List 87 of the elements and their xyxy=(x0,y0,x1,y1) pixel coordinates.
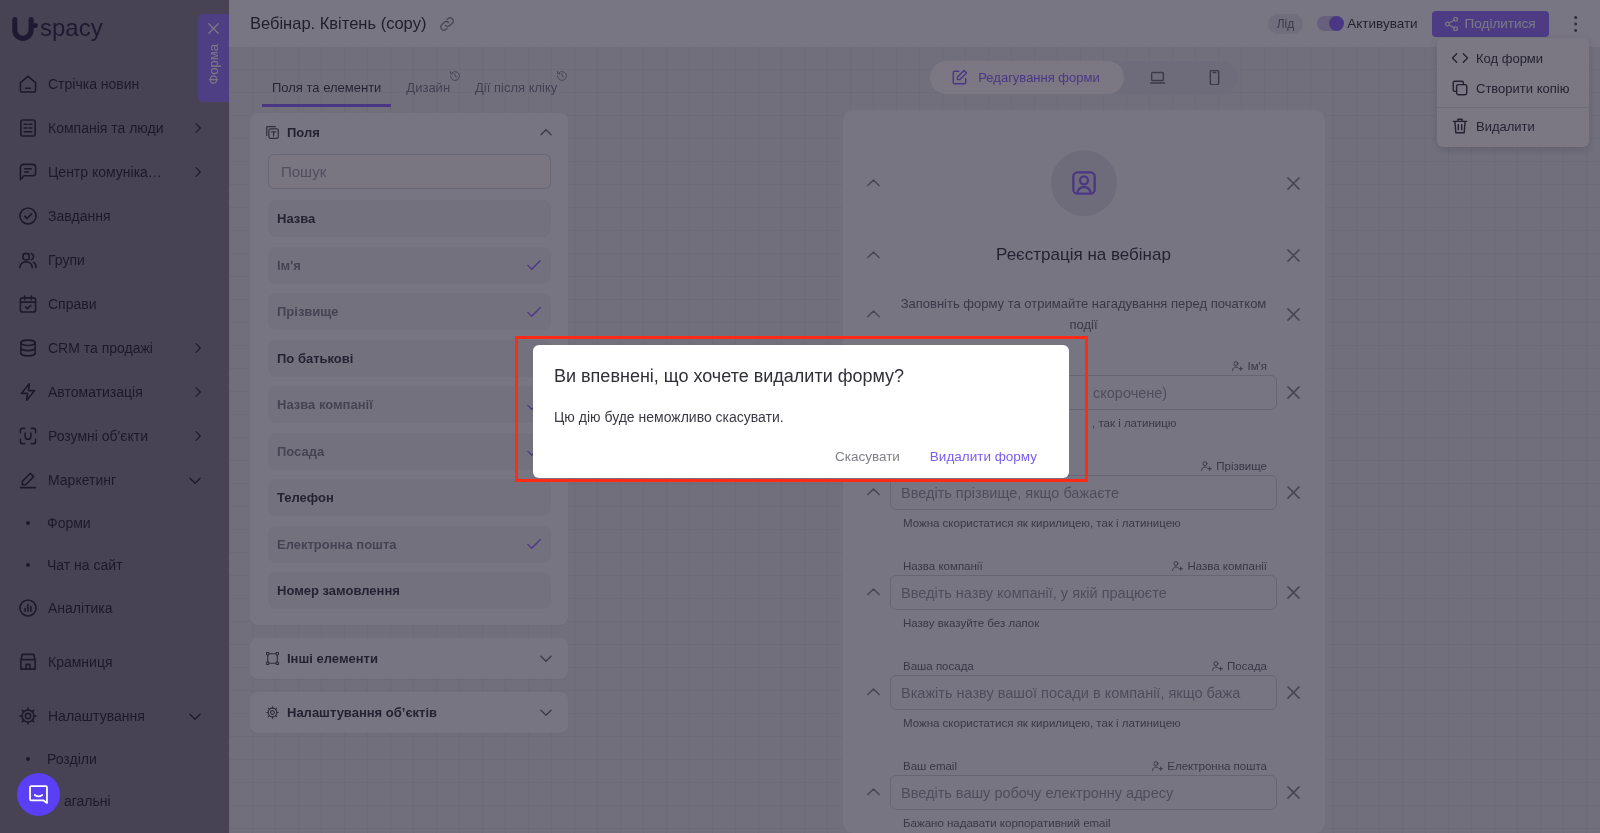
store-icon xyxy=(19,653,37,671)
copy-icon xyxy=(1452,80,1468,96)
calendar-icon xyxy=(19,295,37,313)
chat-icon xyxy=(29,785,48,804)
user-plus-icon xyxy=(1201,461,1213,471)
user-plus-icon xyxy=(1232,361,1244,371)
pen-icon xyxy=(19,471,37,489)
users-icon xyxy=(19,251,37,269)
id-card-icon xyxy=(19,119,37,137)
field-hint: Назву вказуйте без лапок xyxy=(902,616,1041,631)
field-item[interactable]: Назва xyxy=(268,200,551,237)
chevron-up-icon[interactable] xyxy=(866,251,880,259)
edit-icon xyxy=(952,70,968,85)
field-item[interactable]: Телефон xyxy=(268,479,551,516)
field-hint: , так і латиницю xyxy=(1091,416,1178,431)
chevron-up-icon[interactable] xyxy=(866,488,880,496)
field-item[interactable]: Номер замовлення xyxy=(268,572,551,609)
lightning-icon xyxy=(19,383,37,401)
settings-icon xyxy=(19,707,37,725)
close-icon[interactable] xyxy=(1286,385,1300,399)
close-icon[interactable] xyxy=(1286,785,1300,799)
history-icon xyxy=(450,71,461,81)
close-icon[interactable] xyxy=(1286,585,1300,599)
mapped-field-label: Посада xyxy=(1227,660,1267,672)
user-plus-icon xyxy=(1152,761,1164,771)
mapped-field-label: Назва компанії xyxy=(1187,560,1267,572)
field-hint: Бажано надавати корпоративний email xyxy=(902,816,1112,831)
panel-title: Поля xyxy=(287,124,320,140)
mapped-field-label: Прізвище xyxy=(1216,460,1267,472)
close-icon[interactable] xyxy=(1286,485,1300,499)
bullet-icon xyxy=(26,521,30,525)
section-header[interactable]: Інші елементи xyxy=(250,638,568,679)
check-icon xyxy=(527,260,541,270)
menu-item[interactable]: Код форми xyxy=(1437,43,1589,73)
bullet-icon xyxy=(26,563,30,567)
scan-icon xyxy=(19,427,37,445)
check-icon xyxy=(527,306,541,317)
chat-icon xyxy=(19,163,37,181)
bullet-icon xyxy=(26,757,30,761)
close-icon[interactable] xyxy=(1286,176,1300,190)
bar-chart-icon xyxy=(19,599,37,617)
dialog-message: Цю дію буде неможливо скасувати. xyxy=(554,408,785,426)
toggle-switch[interactable] xyxy=(1317,16,1345,31)
field-label: Ваш email xyxy=(903,760,957,772)
avatar-icon xyxy=(1050,150,1117,216)
field-label: Ваша посада xyxy=(903,660,974,672)
text-field-icon xyxy=(266,125,279,139)
chevron-up-icon[interactable] xyxy=(866,688,880,696)
form-description: Заповніть форму та отримайте нагадування перед початком події xyxy=(899,295,1268,334)
tab[interactable]: Поля та елементи xyxy=(262,68,392,107)
share-icon xyxy=(1444,16,1458,31)
toggle-label: Активувати xyxy=(1347,16,1418,31)
user-plus-icon xyxy=(1172,561,1184,571)
link-icon[interactable] xyxy=(440,16,455,31)
form-title: Вебінар. Квітень (copy) xyxy=(250,14,427,33)
check-circle-icon xyxy=(19,207,37,225)
vector-square-icon xyxy=(266,652,279,665)
confirm-button[interactable]: Видалити форму xyxy=(921,442,1045,470)
check-icon xyxy=(527,539,541,549)
chevron-up-icon[interactable] xyxy=(540,128,552,136)
mapped-field-label: Ім'я xyxy=(1247,360,1267,372)
section-header[interactable]: Налаштування об’єктів xyxy=(250,692,568,733)
field-label: Назва компанії xyxy=(903,560,983,572)
code-icon xyxy=(1452,50,1468,66)
user-plus-icon xyxy=(1212,661,1224,671)
home-icon xyxy=(19,75,37,93)
chevron-up-icon[interactable] xyxy=(866,310,880,318)
close-icon xyxy=(208,23,219,34)
trash-icon xyxy=(1452,118,1468,134)
close-icon[interactable] xyxy=(1286,685,1300,699)
menu-item[interactable]: Видалити xyxy=(1437,111,1589,141)
database-icon xyxy=(19,339,37,357)
history-icon xyxy=(557,71,568,81)
chevron-up-icon[interactable] xyxy=(866,179,880,187)
logo-icon xyxy=(12,17,38,41)
mode-tab[interactable]: Редагування форми xyxy=(930,61,1124,94)
laptop-icon xyxy=(1149,70,1165,85)
cancel-button[interactable]: Скасувати xyxy=(826,442,908,470)
more-icon[interactable] xyxy=(1573,15,1577,32)
chevron-up-icon[interactable] xyxy=(866,588,880,596)
close-icon[interactable] xyxy=(1286,248,1300,262)
chevron-up-icon[interactable] xyxy=(866,788,880,796)
close-icon[interactable] xyxy=(1286,307,1300,321)
mapped-field-label: Електронна пошта xyxy=(1167,760,1267,772)
form-heading: Реєстрація на вебінар xyxy=(995,244,1172,266)
settings-icon xyxy=(266,706,279,719)
menu-item[interactable]: Створити копію xyxy=(1437,73,1589,103)
